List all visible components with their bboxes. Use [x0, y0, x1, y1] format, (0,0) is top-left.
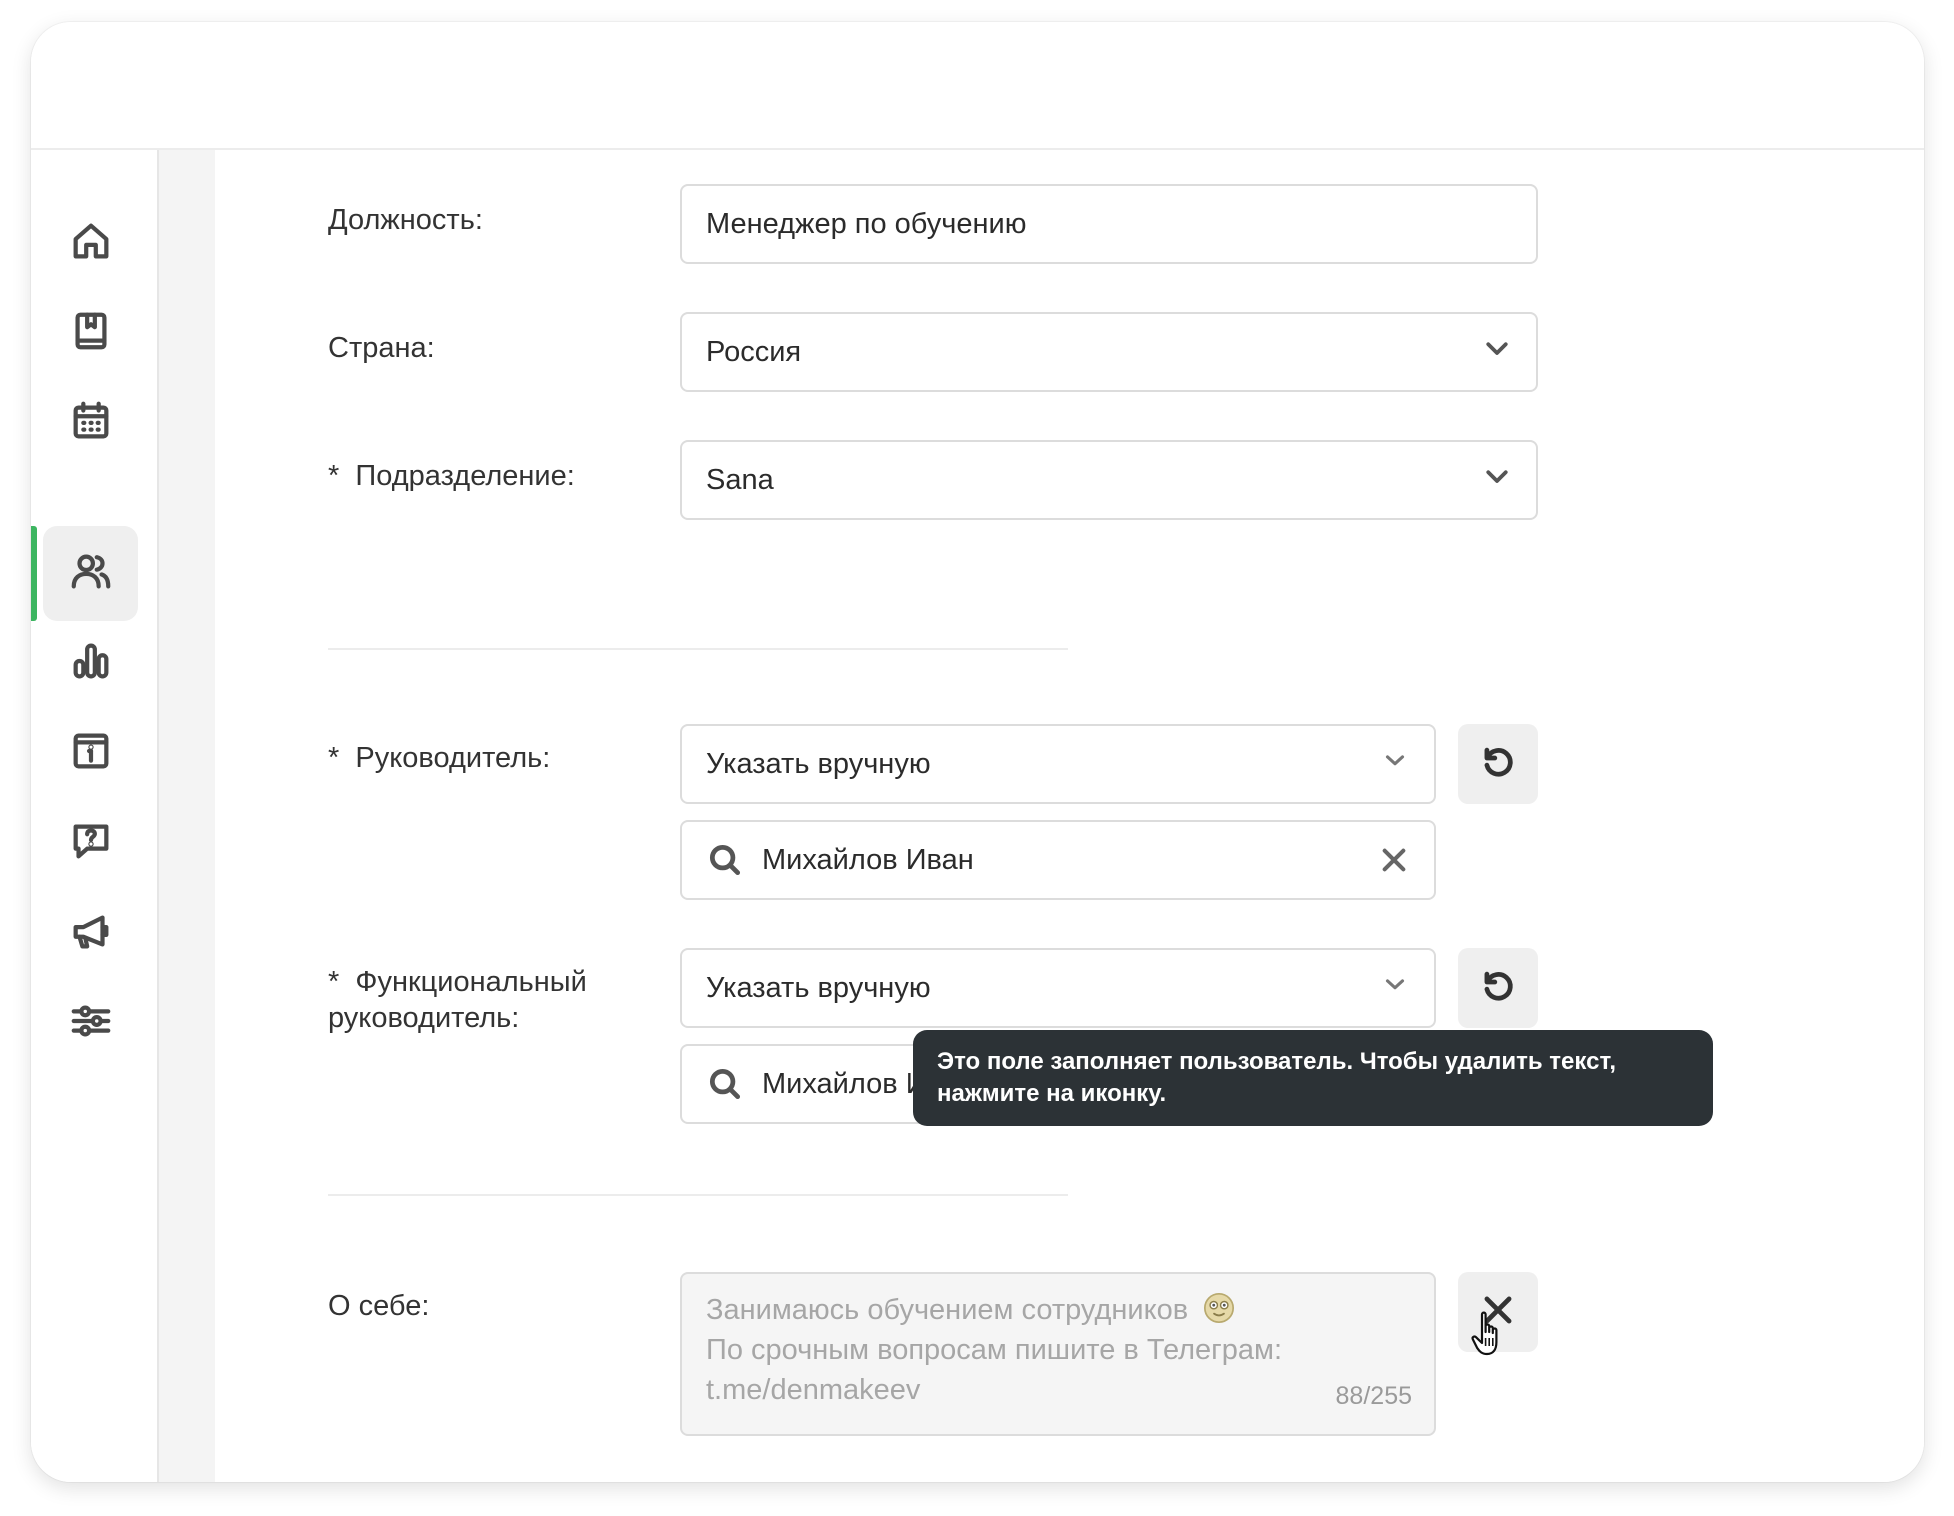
search-icon: [706, 1065, 744, 1103]
refresh-icon: [1479, 743, 1517, 786]
close-icon[interactable]: [1378, 844, 1410, 876]
manager-search-input[interactable]: Михайлов Иван: [680, 820, 1436, 900]
section-divider: [328, 648, 1068, 650]
department-label: * Подразделение:: [328, 458, 575, 494]
manager-label: * Руководитель:: [328, 740, 550, 776]
active-indicator: [31, 526, 37, 621]
functional-manager-mode-value: Указать вручную: [706, 971, 931, 1004]
about-line3: t.me/denmakeev: [706, 1374, 921, 1406]
top-bar: [31, 22, 1924, 150]
functional-manager-label-line1: * Функциональный: [328, 964, 587, 1000]
position-input[interactable]: Менеджер по обучению: [680, 184, 1538, 264]
sidebar-item-announcements[interactable]: [43, 886, 138, 981]
char-counter: 88/255: [1335, 1382, 1412, 1410]
chevron-down-icon: [1482, 461, 1512, 499]
sidebar-item-home[interactable]: [43, 196, 138, 291]
hand-cursor-icon: [1471, 1311, 1498, 1356]
manager-search-value: Михайлов Иван: [762, 843, 974, 876]
sidebar-item-help[interactable]: [43, 796, 138, 891]
required-mark: *: [328, 966, 340, 998]
manager-mode-select[interactable]: Указать вручную: [680, 724, 1436, 804]
megaphone-icon: [68, 908, 114, 959]
search-icon: [706, 841, 744, 879]
sidebar-item-info[interactable]: [43, 706, 138, 801]
country-value: Россия: [706, 335, 802, 368]
reset-functional-manager-button[interactable]: [1458, 948, 1538, 1028]
position-value: Менеджер по обучению: [706, 207, 1027, 240]
country-select[interactable]: Россия: [680, 312, 1538, 392]
department-value: Sana: [706, 463, 774, 496]
tooltip: Это поле заполняет пользователь. Чтобы у…: [913, 1030, 1713, 1126]
tooltip-line1: Это поле заполняет пользователь. Чтобы у…: [937, 1048, 1617, 1075]
home-icon: [68, 218, 114, 269]
content-gutter: [159, 150, 215, 1482]
required-mark: *: [328, 460, 340, 492]
users-icon: [68, 548, 114, 599]
section-divider: [328, 1194, 1068, 1196]
department-select[interactable]: Sana: [680, 440, 1538, 520]
refresh-icon: [1479, 967, 1517, 1010]
bar-chart-icon: [68, 638, 114, 689]
calendar-icon: [68, 398, 114, 449]
sidebar-item-settings[interactable]: [43, 976, 138, 1071]
department-label-text: Подразделение:: [355, 460, 575, 492]
chevron-down-icon: [1380, 969, 1410, 1007]
sliders-icon: [68, 998, 114, 1049]
functional-manager-label-text: Функциональный: [355, 966, 587, 998]
about-line1-text: Занимаюсь обучением сотрудников: [706, 1294, 1189, 1326]
manager-mode-value: Указать вручную: [706, 747, 931, 780]
tooltip-line2: нажмите на иконку.: [937, 1080, 1167, 1107]
sidebar-item-calendar[interactable]: [43, 376, 138, 471]
functional-manager-label-line2: руководитель:: [328, 1002, 520, 1034]
position-label: Должность:: [328, 204, 483, 236]
required-mark: *: [328, 742, 340, 774]
question-icon: [68, 818, 114, 869]
emoji-icon: [1204, 1292, 1235, 1324]
functional-manager-label: * Функциональный руководитель:: [328, 964, 587, 1036]
functional-manager-mode-select[interactable]: Указать вручную: [680, 948, 1436, 1028]
sidebar-item-users[interactable]: [43, 526, 138, 621]
about-line1: Занимаюсь обучением сотрудников: [706, 1290, 1410, 1330]
manager-label-text: Руководитель:: [355, 742, 551, 774]
chevron-down-icon: [1482, 333, 1512, 371]
sidebar: [31, 150, 159, 1482]
info-icon: [68, 728, 114, 779]
about-label: О себе:: [328, 1290, 430, 1322]
chevron-down-icon: [1380, 745, 1410, 783]
country-label: Страна:: [328, 332, 435, 364]
reset-manager-button[interactable]: [1458, 724, 1538, 804]
sidebar-item-courses[interactable]: [43, 286, 138, 381]
profile-form: Должность: Менеджер по обучению Страна: …: [215, 150, 1924, 1482]
book-icon: [68, 308, 114, 359]
app-window: Должность: Менеджер по обучению Страна: …: [31, 22, 1924, 1482]
sidebar-item-analytics[interactable]: [43, 616, 138, 711]
about-line2: По срочным вопросам пишите в Телеграм:: [706, 1334, 1283, 1366]
about-textarea: Занимаюсь обучением сотрудников По срочн…: [680, 1272, 1436, 1436]
